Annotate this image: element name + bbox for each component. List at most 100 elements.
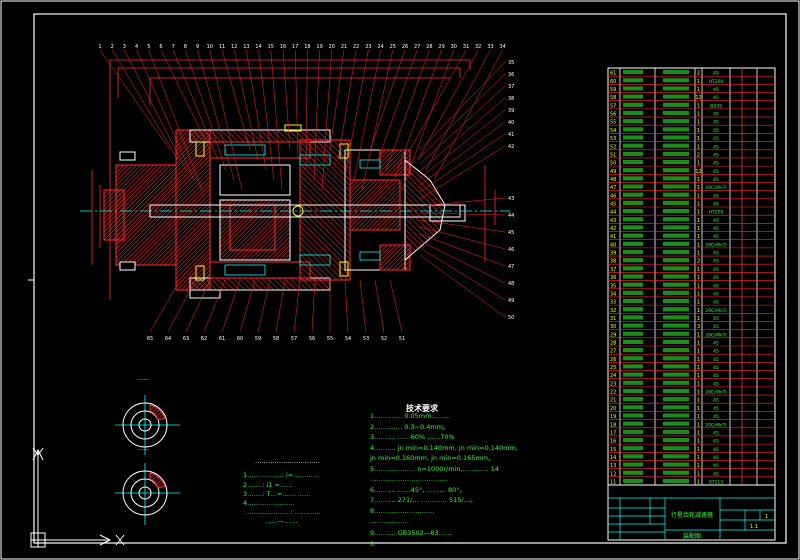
part-qty: 1 (697, 414, 700, 420)
tech-req-line: jn min=0.160mm, jn min=0.165mm。 (369, 454, 495, 462)
part-number: 36 (610, 275, 616, 281)
part-qty: 1 (697, 185, 700, 191)
part-number: 41 (610, 234, 616, 240)
callout-number: 58 (273, 336, 279, 342)
parts-table-row: 22 1 20CrMnTi (610, 388, 727, 396)
spec-line: 4.………………… (243, 499, 295, 507)
part-qty: 1 (697, 79, 700, 85)
part-material: 45 (713, 120, 719, 126)
tech-req-line: 3.……… ……60% ……70% (370, 433, 455, 441)
parts-table-row: 51 2 45 (610, 151, 719, 158)
parts-table-row: 35 1 45 (610, 282, 719, 289)
part-qty: 1 (697, 144, 700, 150)
callout-number: 47 (508, 264, 514, 270)
callout-number: 12 (231, 44, 237, 50)
part-number: 30 (610, 324, 616, 330)
callout-number: 56 (309, 336, 315, 342)
title-block: 行星齿轮减速器 装配图 1:1 1 (607, 484, 776, 541)
part-number: 52 (610, 144, 616, 150)
parts-table-row: 42 1 45 (610, 225, 719, 232)
parts-table-row: 15 1 45 (610, 446, 719, 453)
parts-table-row: 33 1 45 (610, 298, 719, 306)
callout-number: 13 (243, 44, 249, 50)
part-material: 20CrMnTi (705, 422, 726, 428)
spec-line: ……—…… (265, 517, 298, 525)
callout-number: 44 (508, 213, 514, 219)
part-material: 45 (713, 283, 719, 289)
part-qty: 1 (697, 267, 700, 273)
callout-number: 27 (414, 44, 420, 50)
part-material: 45 (713, 373, 719, 379)
callout-number: 3 (123, 44, 126, 50)
callout-number: 26 (402, 44, 408, 50)
callout-number: 43 (508, 196, 514, 202)
callout-number: 45 (508, 230, 514, 236)
parts-table-row: 20 1 45 (610, 405, 719, 412)
callout-number: 55 (327, 336, 333, 342)
part-qty: 2 (697, 152, 700, 158)
callout-number: 46 (508, 247, 514, 253)
part-qty: 12 (695, 95, 701, 101)
parts-table-row: 14 1 45 (610, 454, 719, 461)
parts-table-row: 44 1 HT200 (610, 209, 723, 216)
parts-table-row: 28 1 45 (610, 339, 719, 347)
parts-table-row: 56 1 45 (610, 110, 719, 118)
part-qty: 1 (697, 218, 700, 224)
part-qty: 1 (697, 210, 700, 216)
part-qty: 3 (697, 324, 700, 330)
part-number: 16 (610, 439, 616, 445)
part-number: 49 (610, 169, 616, 175)
part-qty: 1 (697, 202, 700, 208)
part-material: 45 (713, 341, 719, 347)
callout-number: 11 (219, 44, 225, 50)
part-material: Q235 (710, 103, 722, 109)
part-qty: 1 (697, 291, 700, 297)
callout-number: 48 (508, 281, 514, 287)
part-qty: 1 (697, 439, 700, 445)
parts-table-row: 24 1 45 (610, 372, 719, 379)
part-material: 45 (713, 87, 719, 93)
callout-number: 18 (304, 44, 310, 50)
part-material: 45 (713, 128, 719, 134)
callout-number: 33 (487, 44, 493, 50)
parts-table-row: 40 1 20CrMnTi (610, 241, 727, 248)
tech-req-line: 1.………… 0.05mm……… (370, 412, 451, 420)
part-number: 61 (610, 71, 616, 77)
ucs-icon (30, 447, 125, 548)
part-number: 46 (610, 193, 616, 199)
spec-line: 1.……………: i=………… (243, 471, 319, 479)
parts-table-row: 55 1 45 (610, 119, 719, 126)
part-number: 28 (610, 341, 616, 347)
part-qty: 1 (697, 161, 700, 167)
parts-table-row: 31 1 45 (610, 315, 719, 322)
part-number: 58 (610, 95, 616, 101)
parts-table-row: 53 1 45 (610, 135, 719, 142)
part-material: 45 (713, 161, 719, 167)
callout-number: 31 (463, 44, 469, 50)
callout-number: 19 (316, 44, 322, 50)
part-number: 59 (610, 87, 616, 93)
drawing-name: 行星齿轮减速器 (671, 511, 713, 519)
part-material: 45 (713, 439, 719, 445)
part-number: 60 (610, 79, 616, 85)
part-material: 45 (713, 144, 719, 150)
part-material: 45 (713, 365, 719, 371)
tech-req-line: 6.……… ……45°, ……… 80°。 (370, 486, 466, 494)
part-number: 33 (610, 300, 616, 306)
part-material: 45 (713, 349, 719, 355)
spec-line: 2.……: i1 =…… (243, 481, 293, 489)
callout-number: 16 (280, 44, 286, 50)
part-number: 43 (610, 218, 616, 224)
callout-number: 9 (196, 44, 199, 50)
part-material: HT200 (709, 210, 724, 216)
part-material: 45 (713, 218, 719, 224)
part-material: 45 (713, 112, 719, 118)
part-qty: 1 (697, 275, 700, 281)
part-qty: 1 (697, 251, 700, 257)
assembly-section-view (80, 49, 510, 333)
callout-number: 51 (399, 336, 405, 342)
callout-number: 8 (184, 44, 187, 50)
callout-number: 23 (365, 44, 371, 50)
scale-value: 1:1 (750, 524, 758, 530)
callout-number: 21 (341, 44, 347, 50)
